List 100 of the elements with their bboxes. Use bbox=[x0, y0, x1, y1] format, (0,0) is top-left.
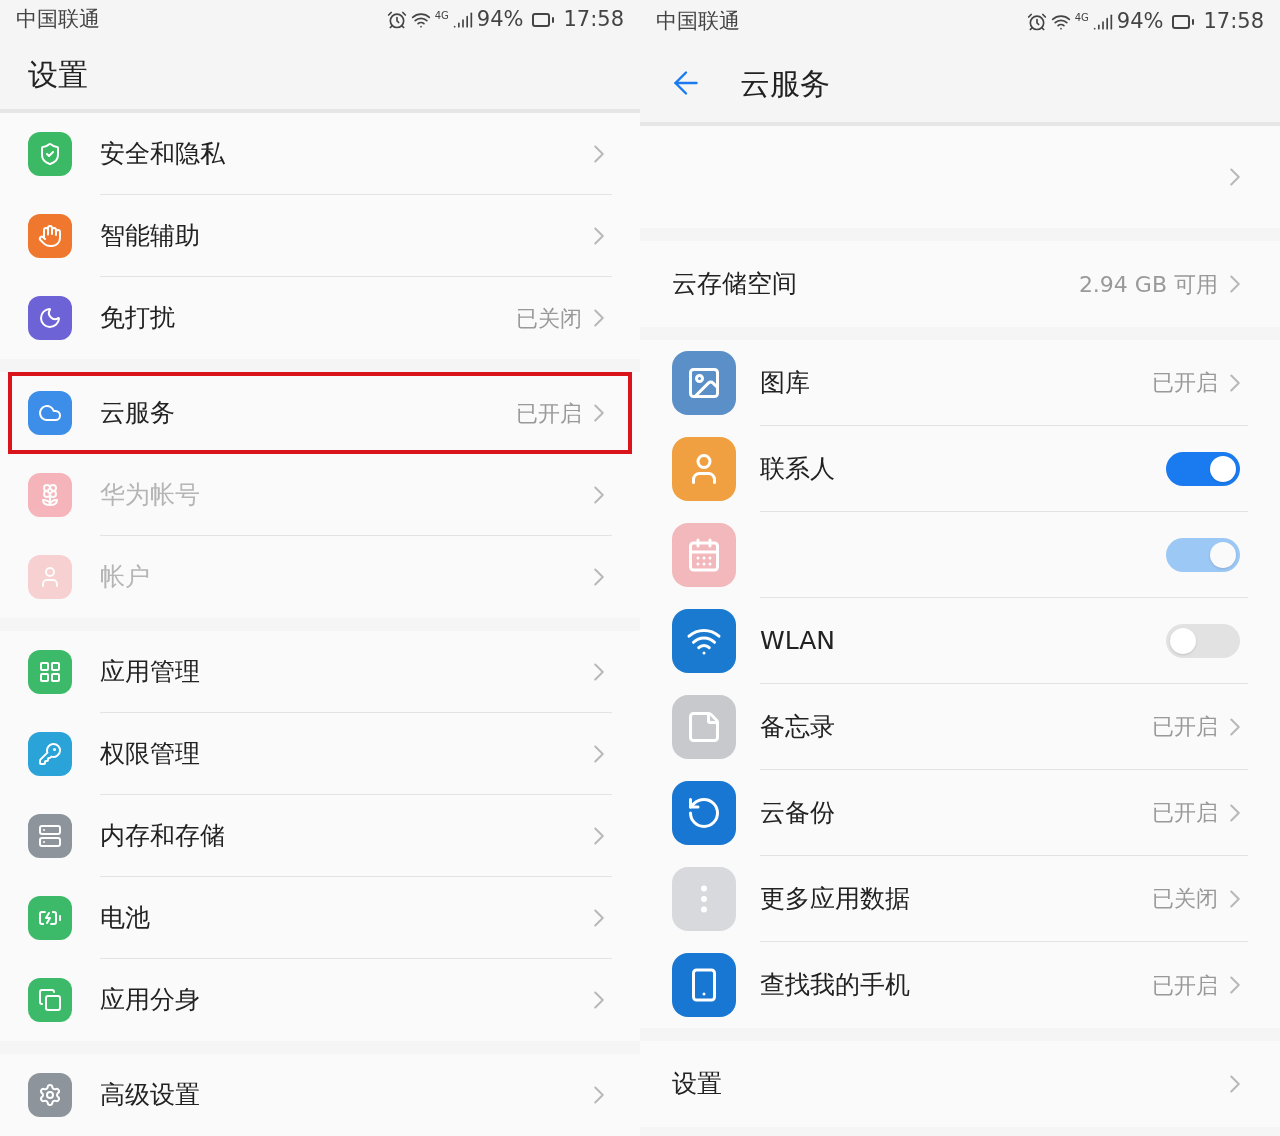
chevron-icon bbox=[1230, 373, 1240, 392]
chevron-icon bbox=[1230, 976, 1240, 994]
hand-icon bbox=[28, 214, 72, 258]
row-label: 权限管理 bbox=[100, 737, 201, 770]
row-label: 高级设置 bbox=[100, 1079, 201, 1112]
more-icon bbox=[672, 867, 736, 931]
row-label: 内存和存储 bbox=[100, 819, 226, 852]
row-status: 已开启 bbox=[516, 399, 582, 428]
row-label: 备忘录 bbox=[760, 710, 836, 743]
toggle-switch[interactable] bbox=[1166, 451, 1240, 486]
phone-icon bbox=[672, 953, 736, 1017]
chevron-icon bbox=[594, 226, 604, 245]
settings-row[interactable]: 权限管理 bbox=[0, 713, 640, 795]
settings-row[interactable]: 智能辅助 bbox=[0, 195, 640, 277]
chevron-icon bbox=[1230, 803, 1240, 822]
chevron-icon bbox=[594, 908, 604, 927]
chevron-icon bbox=[594, 309, 604, 327]
settings-row[interactable]: 应用分身 bbox=[0, 959, 640, 1041]
row-label: 查找我的手机 bbox=[760, 969, 911, 1002]
row-label: 应用分身 bbox=[100, 984, 201, 1017]
network-type: 4G bbox=[434, 8, 449, 23]
settings-row[interactable]: 设置 bbox=[640, 1041, 1280, 1127]
row-label: 安全和隐私 bbox=[100, 137, 226, 170]
row-status: 已关闭 bbox=[1152, 885, 1218, 913]
signal-icon bbox=[1092, 12, 1113, 32]
alarm-icon bbox=[1026, 12, 1047, 32]
contact-icon bbox=[672, 437, 736, 501]
row-status: 已关闭 bbox=[516, 304, 582, 333]
row-label: 设置 bbox=[672, 1068, 723, 1101]
sync-row[interactable]: 查找我的手机 已开启 bbox=[640, 942, 1280, 1028]
row-label: 帐户 bbox=[100, 561, 151, 594]
wifi-icon bbox=[1050, 12, 1071, 32]
row-label: 图库 bbox=[760, 366, 811, 399]
chevron-icon bbox=[594, 744, 604, 763]
row-status: 已开启 bbox=[1152, 971, 1218, 1000]
page-title: 云服务 bbox=[740, 64, 830, 103]
chevron-icon bbox=[594, 485, 604, 504]
shield-icon bbox=[28, 132, 72, 176]
storage-icon bbox=[28, 814, 72, 858]
chevron-icon bbox=[594, 991, 604, 1009]
settings-icon bbox=[28, 1073, 72, 1117]
row-label: 云备份 bbox=[760, 796, 836, 829]
moon-icon bbox=[28, 296, 72, 340]
chevron-icon bbox=[594, 404, 604, 422]
settings-row[interactable]: 云服务 已开启 bbox=[8, 372, 632, 454]
row-label: 华为帐号 bbox=[100, 478, 201, 511]
notebook-icon bbox=[672, 695, 736, 759]
row-status: 已开启 bbox=[1152, 799, 1218, 827]
chevron-icon bbox=[594, 568, 604, 586]
chevron-icon bbox=[1230, 275, 1240, 293]
settings-row[interactable]: 高级设置 bbox=[0, 1054, 640, 1136]
sync-row[interactable]: 云备份 已开启 bbox=[640, 770, 1280, 856]
picture-icon bbox=[672, 351, 736, 415]
sync-row[interactable]: 备忘录 已开启 bbox=[640, 684, 1280, 770]
calendar-icon bbox=[672, 523, 736, 587]
battery-icon bbox=[28, 896, 72, 940]
battery-level: 94% bbox=[1116, 8, 1164, 36]
settings-row[interactable]: 免打扰 已关闭 bbox=[0, 277, 640, 359]
row-label: 联系人 bbox=[760, 452, 836, 485]
chevron-icon bbox=[1230, 1075, 1240, 1093]
chevron-icon bbox=[1230, 168, 1240, 186]
row-label: 智能辅助 bbox=[100, 219, 201, 252]
user-icon bbox=[28, 555, 72, 599]
row-label: 免打扰 bbox=[100, 302, 176, 335]
chevron-icon bbox=[594, 144, 604, 163]
alarm-icon bbox=[386, 9, 407, 30]
cloud-icon bbox=[28, 391, 72, 435]
row-label: 应用管理 bbox=[100, 655, 201, 688]
row-label: 云服务 bbox=[100, 397, 176, 430]
flower-icon bbox=[28, 473, 72, 517]
row-status: 已开启 bbox=[1152, 713, 1218, 741]
sync-row[interactable]: WLAN bbox=[640, 598, 1280, 684]
settings-row[interactable]: 应用管理 bbox=[0, 631, 640, 713]
sync-row[interactable]: 联系人 bbox=[640, 426, 1280, 512]
chevron-icon bbox=[594, 1086, 604, 1104]
sync-row[interactable]: 图库 已开启 bbox=[640, 340, 1280, 426]
chevron-icon bbox=[1230, 717, 1240, 736]
row-status: 2.94 GB 可用 bbox=[1078, 270, 1218, 299]
carrier-name: 中国联通 bbox=[656, 8, 740, 36]
chevron-icon bbox=[594, 826, 604, 845]
grid-icon bbox=[28, 650, 72, 694]
sync-row[interactable]: 更多应用数据 已关闭 bbox=[640, 856, 1280, 942]
row-label: WLAN bbox=[760, 624, 837, 657]
backup-icon bbox=[672, 781, 736, 845]
chevron-icon bbox=[594, 662, 604, 681]
clock-time: 17:58 bbox=[1203, 8, 1264, 36]
wifi-icon bbox=[672, 609, 736, 673]
settings-row[interactable]: 云存储空间 2.94 GB 可用 bbox=[640, 241, 1280, 327]
settings-row[interactable]: 内存和存储 bbox=[0, 795, 640, 877]
battery-level: 94% bbox=[476, 5, 524, 33]
row-status: 已开启 bbox=[1152, 369, 1218, 397]
copy-icon bbox=[28, 978, 72, 1022]
row-label: 更多应用数据 bbox=[760, 882, 911, 915]
settings-row[interactable]: 安全和隐私 bbox=[0, 113, 640, 195]
carrier-name: 中国联通 bbox=[16, 5, 100, 33]
settings-row[interactable]: 电池 bbox=[0, 877, 640, 959]
row-label: 电池 bbox=[100, 901, 151, 934]
key-icon bbox=[28, 732, 72, 776]
chevron-icon bbox=[1230, 889, 1240, 908]
toggle-switch[interactable] bbox=[1166, 623, 1240, 658]
